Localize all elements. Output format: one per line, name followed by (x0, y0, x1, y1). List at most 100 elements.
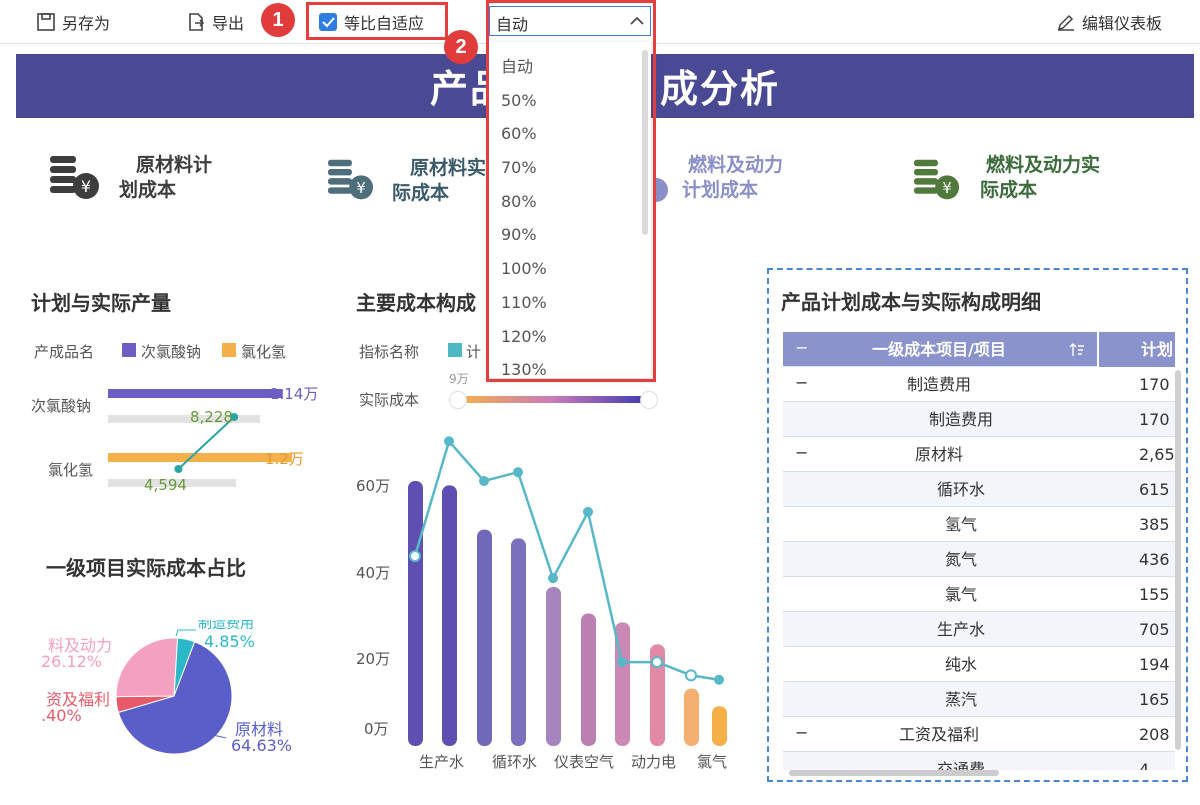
table-group-row[interactable]: − 制造费用 170 (783, 367, 1175, 402)
cell-item: 氢气 (944, 515, 977, 534)
cost-xlabel-1: 生产水 (419, 753, 465, 771)
legend-swatch-1 (122, 343, 136, 357)
cost-xlabel-4: 动力电 (631, 753, 677, 771)
cost-bar (408, 481, 423, 746)
cost-bar (442, 485, 457, 746)
actual-label-1: 8,228 (190, 408, 233, 426)
slider-label: 实际成本 (359, 391, 420, 409)
cell-plan: 194 (1139, 655, 1170, 674)
cell-item: 生产水 (936, 620, 985, 639)
cost-line-point (583, 506, 593, 517)
cell-plan: 170 (1139, 375, 1170, 394)
table-group-row[interactable]: − 原材料 2,65 (783, 437, 1175, 472)
edit-dashboard-button[interactable]: 编辑仪表板 (1056, 10, 1162, 34)
edit-dashboard-label: 编辑仪表板 (1082, 14, 1163, 33)
cost-ytick-1: 60万 (356, 477, 391, 495)
cost-ytick-2: 40万 (356, 564, 391, 582)
column-header-plan[interactable]: 计划 (1097, 332, 1175, 367)
coins-yen-icon: ¥ (914, 159, 960, 200)
cell-plan: 705 (1139, 620, 1170, 639)
pie-label-pct-1: 4.85% (204, 632, 255, 651)
cost-legend-item: 计 (466, 343, 482, 361)
production-legend-1: 次氯酸钠 (141, 343, 202, 361)
svg-text:¥: ¥ (942, 180, 951, 197)
kpi-2-line2: 际成本 (392, 182, 450, 204)
cell-plan: 208 (1139, 725, 1170, 744)
horizontal-scrollbar[interactable] (789, 770, 999, 776)
production-chart-title: 计划与实际产量 (31, 291, 171, 315)
kpi-4-line2: 际成本 (980, 179, 1038, 201)
sort-icon[interactable] (1069, 342, 1085, 358)
kpi-3-line2: 计划成本 (682, 179, 759, 201)
detail-table-title: 产品计划成本与实际构成明细 (781, 290, 1041, 314)
cost-line-point (651, 656, 663, 669)
step-badge-2: 2 (444, 30, 478, 64)
actual-label-2: 4,594 (144, 476, 187, 494)
column-header-item[interactable]: 一级成本项目/项目 (783, 332, 1095, 367)
slider-tick: 9万 (449, 372, 469, 386)
table-row[interactable]: 氮气 436 (783, 542, 1175, 577)
cost-ytick-3: 20万 (356, 650, 391, 668)
cell-item: 蒸汽 (944, 690, 977, 709)
range-slider-handle-left[interactable] (449, 391, 467, 409)
coins-yen-icon: ¥ (328, 159, 374, 200)
step-badge-1: 1 (261, 3, 295, 37)
kpi-2-line1: 原材料实 (410, 157, 487, 179)
production-legend-2: 氯化氢 (241, 343, 287, 361)
actual-point (174, 465, 183, 473)
banner-title-right: 成分析 (660, 67, 781, 111)
cost-line-point (409, 550, 421, 563)
detail-table-panel[interactable]: 产品计划成本与实际构成明细 − 一级成本项目/项目 计划 − 制造费用 170 制造费… (767, 268, 1188, 782)
pie-label-pct-2: 64.63% (231, 736, 293, 755)
save-as-label: 另存为 (62, 14, 111, 33)
cell-item: 原材料 (914, 445, 963, 464)
range-slider-handle-right[interactable] (640, 391, 658, 409)
table-row[interactable]: 蒸汽 165 (783, 682, 1175, 717)
range-slider-track[interactable] (458, 396, 650, 403)
table-row[interactable]: 循环水 615 (783, 472, 1175, 507)
kpi-1-line2: 划成本 (119, 179, 177, 201)
plan-bar (108, 389, 283, 398)
cell-item: 纯水 (944, 655, 977, 674)
pie-label-pct-3: 26.12% (41, 652, 103, 671)
plan-label-2: 1.2万 (265, 450, 304, 468)
table-group-row[interactable]: − 工资及福利 208 (783, 717, 1175, 752)
production-cat-1: 次氯酸钠 (31, 397, 92, 415)
detail-table: − 一级成本项目/项目 计划 − 制造费用 170 制造费用 170− 原材料 2,65 循环… (783, 332, 1175, 770)
vertical-scrollbar[interactable] (1175, 370, 1181, 750)
production-legend-title: 产成品名 (34, 343, 95, 361)
legend-swatch-2 (222, 343, 236, 357)
cost-line (413, 440, 720, 681)
cell-item: 氯气 (944, 585, 977, 604)
cost-line-point (479, 476, 489, 486)
cost-xlabel-2: 循环水 (492, 753, 538, 771)
cost-line-point (617, 657, 627, 668)
cost-line-point (513, 467, 523, 478)
table-row[interactable]: 氯气 155 (783, 577, 1175, 612)
pie-label-name-1: 制造费用 (198, 620, 254, 630)
cost-legend-swatch (448, 343, 462, 357)
cost-bar (684, 688, 699, 746)
cell-plan: 165 (1139, 690, 1170, 709)
cell-plan: 436 (1139, 550, 1170, 569)
table-row[interactable]: 交通费 4 (783, 752, 1175, 770)
kpi-4-line1: 燃料及动力实 (986, 154, 1101, 176)
save-as-button[interactable]: 另存为 (36, 10, 110, 34)
export-label: 导出 (212, 14, 245, 33)
cell-plan: 615 (1139, 480, 1170, 499)
cost-bar (581, 613, 596, 746)
table-row[interactable]: 生产水 705 (783, 612, 1175, 647)
cost-bar (546, 587, 561, 746)
highlight-checkbox-box (306, 2, 448, 40)
cost-xlabel-3: 仪表空气 (554, 753, 615, 771)
cost-bar (712, 706, 727, 746)
table-row[interactable]: 制造费用 170 (783, 402, 1175, 437)
cell-plan: 2,65 (1139, 445, 1175, 464)
table-row[interactable]: 氢气 385 (783, 507, 1175, 542)
export-button[interactable]: 导出 (186, 10, 244, 34)
cell-plan: 4 (1139, 760, 1150, 770)
cost-line-point (714, 674, 724, 685)
table-row[interactable]: 纯水 194 (783, 647, 1175, 682)
kpi-3-line1: 燃料及动力 (688, 154, 784, 176)
cost-ytick-4: 0万 (364, 720, 389, 738)
